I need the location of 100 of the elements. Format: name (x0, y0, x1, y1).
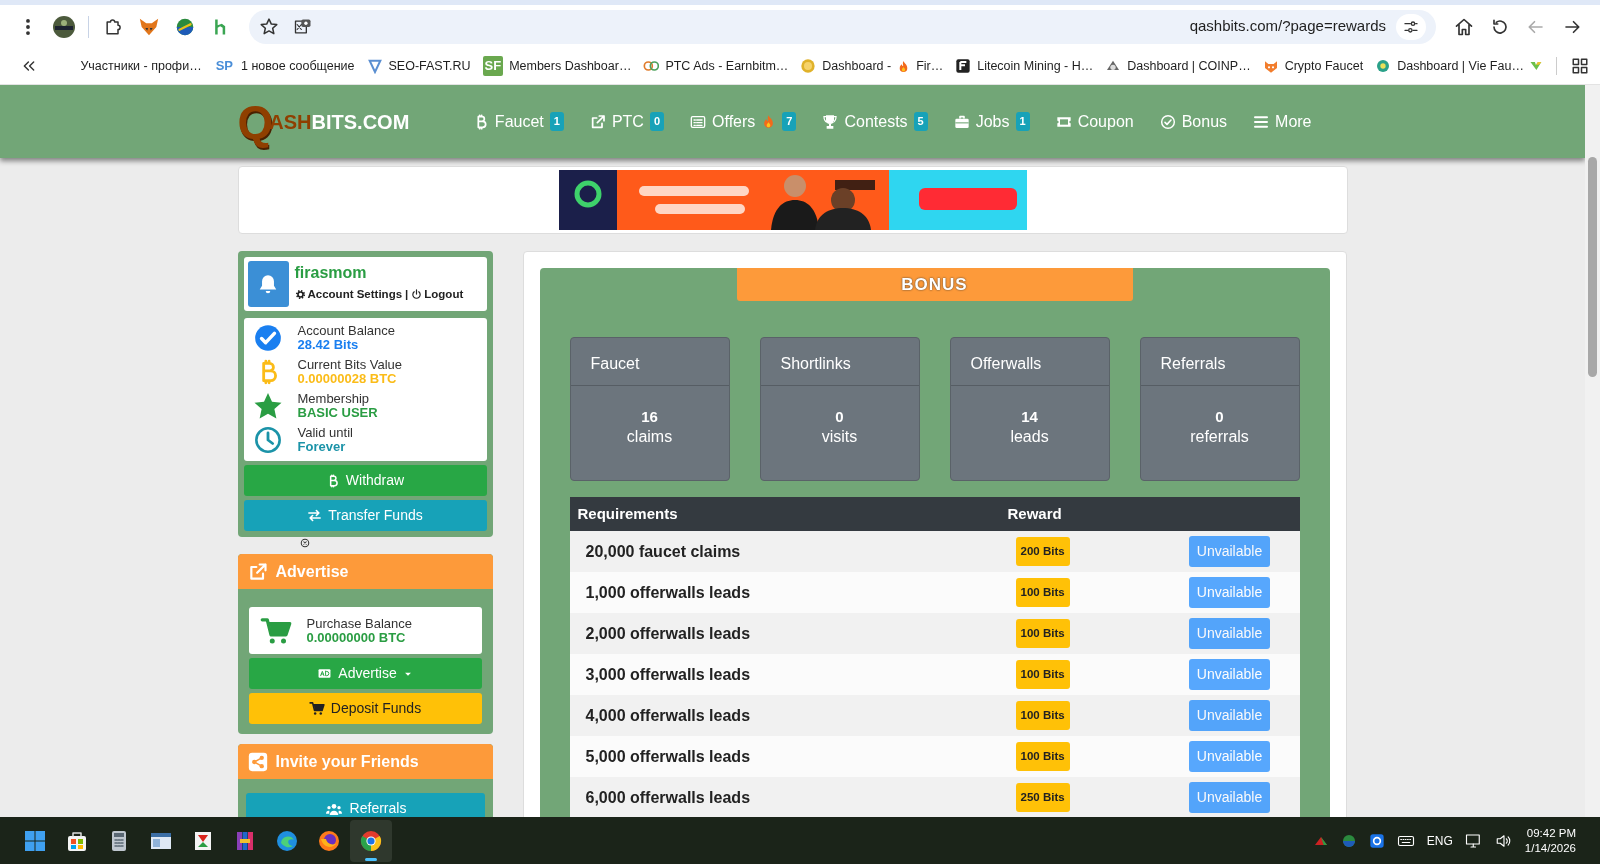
withdraw-button[interactable]: Withdraw (243, 465, 487, 496)
column-header: Reward (999, 497, 1160, 531)
external-link-icon (247, 561, 268, 582)
reload-drawing (1491, 17, 1509, 36)
nav-link[interactable]: Jobs 1 (953, 109, 1030, 134)
menu-dots-drawing (26, 18, 30, 35)
deposit-funds-button[interactable]: Deposit Funds (248, 693, 482, 724)
sliders-drawing (1403, 18, 1419, 35)
stat-label: Account Balance (297, 324, 396, 338)
nav-icon (690, 113, 707, 130)
fox-browser-icon (317, 828, 341, 853)
bookmark-link[interactable]: Dashboard - Fir… (794, 56, 950, 76)
bookmark-link[interactable]: Crypto Faucet (1256, 56, 1370, 76)
nav-icon (1253, 113, 1270, 130)
card-unit: claims (625, 427, 674, 447)
bookmark-link[interactable]: PTC Ads - Earnbitm… (637, 56, 795, 76)
count-badge: 0 (649, 112, 665, 131)
cart-icon (308, 701, 325, 716)
requirement-text: 20,000 faucet claims (585, 542, 741, 560)
reward-badge: 100 Bits (1015, 741, 1070, 772)
stat-label: Current Bits Value (297, 358, 403, 372)
star-icon (252, 391, 283, 421)
requirement-text: 6,000 offerwalls leads (585, 788, 751, 806)
card-number: 0 (834, 407, 845, 427)
bookmark-link[interactable]: SP 1 новое сообщение (207, 56, 361, 76)
card-number: 14 (1020, 407, 1039, 427)
nav-link[interactable]: Bonus (1159, 109, 1228, 134)
count-badge: 7 (782, 112, 797, 131)
stat-label: Valid until (297, 426, 353, 440)
bookmark-link[interactable]: SF Members Dashboar… (476, 56, 638, 76)
reward-badge: 100 Bits (1015, 618, 1070, 649)
nav-icon (1159, 113, 1176, 130)
network-monitor-icon[interactable] (1464, 831, 1483, 850)
card-unit: referrals (1189, 427, 1250, 447)
requirement-text: 5,000 offerwalls leads (585, 747, 751, 765)
logout-link[interactable]: Logout (411, 286, 464, 304)
nav-link[interactable]: More (1253, 109, 1312, 134)
close-icon (300, 538, 310, 548)
bookmark-link[interactable]: Участники - профи… (74, 56, 208, 76)
column-header: Requirements (569, 497, 1000, 531)
reward-badge: 100 Bits (1015, 659, 1070, 690)
clock-icon (253, 426, 282, 454)
bookmark-link[interactable]: Litecoin Mining - H… (949, 56, 1100, 76)
invite-heading: Invite your Friends (237, 744, 493, 779)
stat-value: BASIC USER (297, 406, 378, 420)
nav-link[interactable]: Offers 7 (690, 109, 797, 134)
address-bar[interactable]: qashbits.com/?page=rewards (249, 9, 1436, 44)
nav-link[interactable]: Contests 5 (822, 109, 928, 134)
nav-icon (822, 113, 839, 130)
bookmark-link[interactable]: Dashboard | COINP… (1099, 56, 1257, 76)
language-indicator[interactable]: ENG (1426, 831, 1453, 850)
bonus-heading: BONUS (736, 268, 1133, 301)
tray-app-icon[interactable] (1368, 832, 1385, 849)
taskbar-app-icon[interactable] (350, 819, 392, 862)
reward-badge: 100 Bits (1015, 577, 1070, 608)
url-text[interactable]: qashbits.com/?page=rewards (1189, 15, 1386, 38)
nav-link[interactable]: PTC 0 (589, 109, 665, 134)
balance-value: 0.00000000 BTC (306, 630, 407, 645)
nav-link[interactable]: Coupon (1055, 109, 1134, 134)
requirement-text: 3,000 offerwalls leads (585, 665, 751, 683)
exchange-arrows-icon (307, 508, 323, 523)
notification-bell-icon[interactable] (247, 261, 289, 307)
puzzle-drawing (103, 16, 123, 37)
nav-link[interactable]: Faucet 1 (472, 109, 564, 134)
gear-icon (294, 289, 306, 301)
balance-label: Purchase Balance (306, 616, 412, 631)
bookmark-star-icon[interactable] (259, 16, 279, 37)
username: firasmom (294, 263, 368, 283)
scrollbar[interactable] (1585, 85, 1600, 817)
cart-icon (258, 615, 293, 646)
stat-label: Membership (297, 392, 371, 406)
favicon-icon (366, 58, 383, 74)
account-settings-link[interactable]: Account Settings (294, 286, 403, 304)
tray-globe-icon[interactable] (1340, 832, 1357, 849)
nav-icon (589, 113, 606, 130)
double-chevron-drawing (22, 59, 37, 73)
separator-text: | (405, 287, 409, 303)
bell-drawing (257, 273, 279, 295)
advertise-dropdown-button[interactable]: Advertise (248, 658, 482, 689)
transfer-funds-button[interactable]: Transfer Funds (243, 500, 487, 531)
favicon-icon (1375, 58, 1392, 74)
reward-badge: 100 Bits (1015, 700, 1070, 731)
clock[interactable]: 09:42 PM 1/14/2026 (1524, 825, 1586, 856)
referrals-button[interactable]: Referrals (245, 793, 485, 817)
reward-badge: 250 Bits (1015, 782, 1070, 813)
site-settings-icon[interactable] (1396, 13, 1426, 40)
bookmark-link[interactable]: SEO-FAST.RU (360, 56, 477, 76)
card-number: 0 (1214, 407, 1225, 427)
ad-icon (317, 667, 333, 680)
card-title: Faucet (570, 338, 729, 386)
card-unit: visits (820, 427, 859, 447)
card-title: Referrals (1140, 338, 1299, 386)
bookmark-link[interactable]: Dashboard | Vie Fau… (1369, 56, 1530, 76)
avatar-drawing (52, 14, 76, 39)
reward-badge: 200 Bits (1015, 536, 1070, 567)
count-badge: 1 (1015, 112, 1030, 131)
favicon-icon (955, 58, 972, 74)
scrollbar-thumb[interactable] (1588, 157, 1597, 377)
stat-value: Forever (297, 440, 347, 454)
requirement-text: 4,000 offerwalls leads (585, 706, 751, 724)
